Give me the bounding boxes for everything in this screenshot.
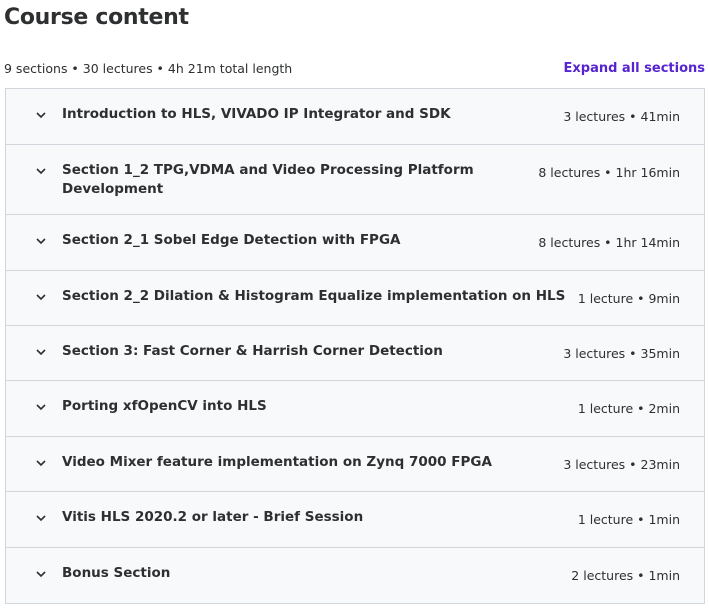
section-title: Porting xfOpenCV into HLS — [62, 398, 267, 414]
section-title: Section 2_1 Sobel Edge Detection with FP… — [62, 232, 401, 248]
section-3[interactable]: Section 2_1 Sobel Edge Detection with FP… — [6, 215, 704, 271]
chevron-down-icon — [35, 165, 47, 177]
section-title: Bonus Section — [62, 565, 171, 581]
chevron-down-icon — [35, 291, 47, 303]
section-7[interactable]: Video Mixer feature implementation on Zy… — [6, 437, 704, 492]
section-meta: 3 lectures • 35min — [563, 346, 680, 361]
chevron-down-icon — [35, 568, 47, 580]
section-title: Section 1_2 TPG,VDMA and Video Processin… — [62, 162, 474, 197]
chevron-down-icon — [35, 457, 47, 469]
section-title: Vitis HLS 2020.2 or later - Brief Sessio… — [62, 509, 364, 525]
section-4[interactable]: Section 2_2 Dilation & Histogram Equaliz… — [6, 271, 704, 326]
section-meta: 1 lecture • 1min — [577, 512, 680, 527]
section-1[interactable]: Introduction to HLS, VIVADO IP Integrato… — [6, 89, 704, 145]
section-title: Video Mixer feature implementation on Zy… — [62, 454, 492, 470]
chevron-down-icon — [35, 235, 47, 247]
section-meta: 2 lectures • 1min — [571, 568, 680, 583]
section-title: Introduction to HLS, VIVADO IP Integrato… — [62, 106, 451, 122]
section-meta: 8 lectures • 1hr 16min — [538, 165, 680, 180]
section-meta: 8 lectures • 1hr 14min — [538, 235, 680, 250]
section-title: Section 2_2 Dilation & Histogram Equaliz… — [62, 288, 566, 304]
chevron-down-icon — [35, 512, 47, 524]
expand-all-sections-button[interactable]: Expand all sections — [564, 61, 706, 76]
section-list: Introduction to HLS, VIVADO IP Integrato… — [5, 88, 705, 604]
section-2[interactable]: Section 1_2 TPG,VDMA and Video Processin… — [6, 145, 704, 215]
section-meta: 1 lecture • 9min — [577, 291, 680, 306]
section-meta: 3 lectures • 41min — [563, 109, 680, 124]
section-6[interactable]: Porting xfOpenCV into HLS 1 lecture • 2m… — [6, 381, 704, 437]
section-meta: 1 lecture • 2min — [577, 401, 680, 416]
course-summary-row: 9 sections • 30 lectures • 4h 21m total … — [4, 57, 705, 79]
section-title: Section 3: Fast Corner & Harrish Corner … — [62, 343, 443, 359]
section-8[interactable]: Vitis HLS 2020.2 or later - Brief Sessio… — [6, 492, 704, 548]
course-summary: 9 sections • 30 lectures • 4h 21m total … — [4, 60, 293, 76]
chevron-down-icon — [35, 401, 47, 413]
chevron-down-icon — [35, 346, 47, 358]
section-5[interactable]: Section 3: Fast Corner & Harrish Corner … — [6, 326, 704, 381]
section-9[interactable]: Bonus Section 2 lectures • 1min — [6, 548, 704, 603]
page-title: Course content — [4, 5, 189, 30]
chevron-down-icon — [35, 109, 47, 121]
section-meta: 3 lectures • 23min — [563, 457, 680, 472]
